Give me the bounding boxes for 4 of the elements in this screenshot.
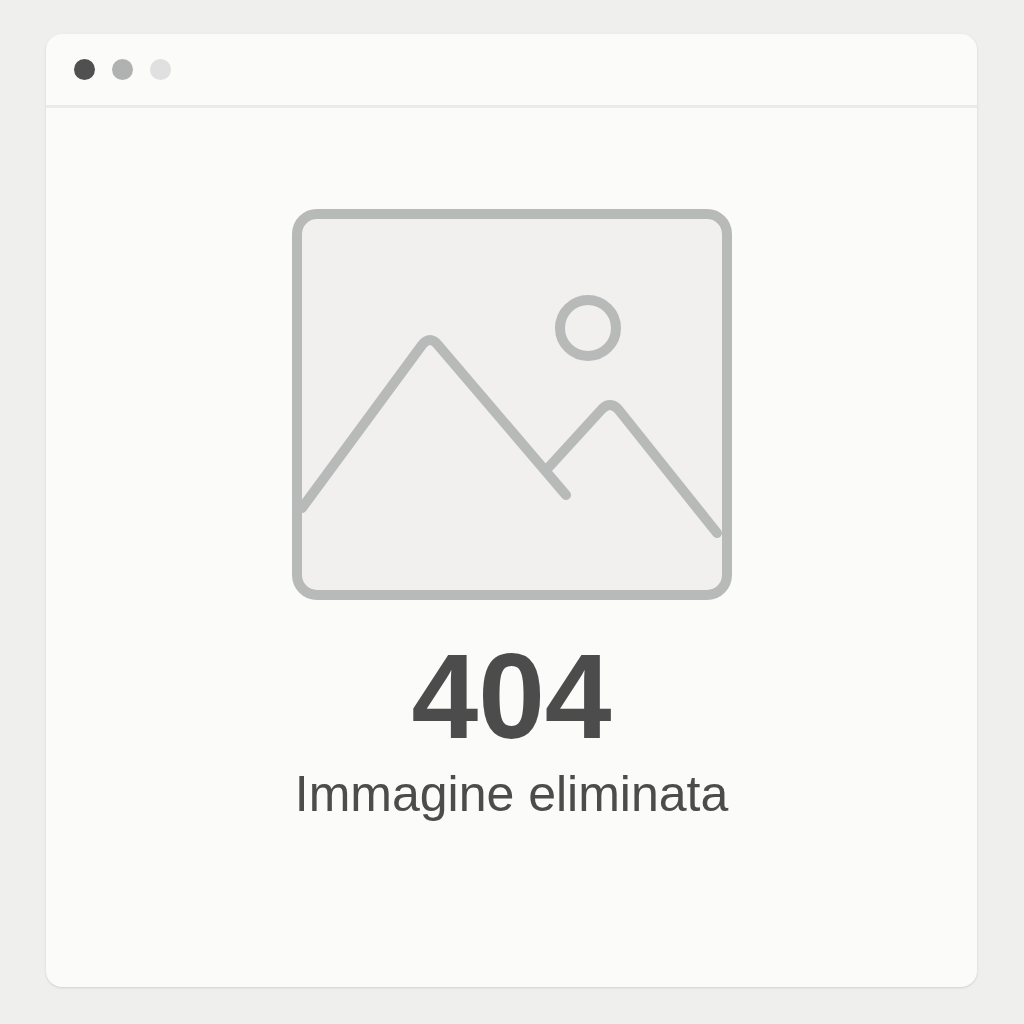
window-control[interactable]	[74, 59, 95, 80]
image-icon	[291, 209, 732, 600]
error-code: 404	[411, 630, 612, 762]
error-message: Immagine eliminata	[294, 765, 729, 824]
